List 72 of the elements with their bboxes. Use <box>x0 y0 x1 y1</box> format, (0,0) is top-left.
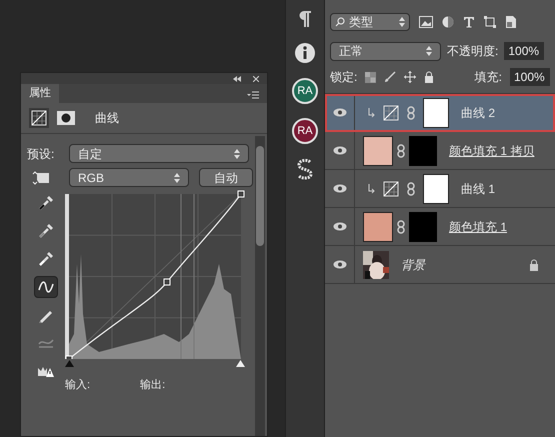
auto-button[interactable]: 自动 <box>199 168 253 187</box>
styles-icon[interactable] <box>295 158 315 180</box>
eyedropper-icon <box>37 250 55 268</box>
eye-icon <box>332 146 346 155</box>
curves-adjustment-icon <box>383 180 399 196</box>
search-icon <box>335 17 345 27</box>
layer-mask-thumbnail <box>423 174 449 204</box>
shape-filter-icon[interactable] <box>484 16 496 28</box>
fill-label: 填充: <box>474 69 502 86</box>
eye-icon <box>332 184 346 193</box>
lock-label: 锁定: <box>330 69 358 86</box>
lock-icon <box>529 258 539 270</box>
stepper-icon <box>426 46 432 56</box>
info-icon[interactable] <box>294 42 316 64</box>
stepper-icon <box>399 17 405 27</box>
shadow-slider-handle[interactable] <box>65 360 74 367</box>
eye-icon <box>332 260 346 269</box>
panel-tab[interactable]: 属性 <box>21 84 59 103</box>
link-icon <box>397 220 405 234</box>
highlight-slider-handle[interactable] <box>236 360 245 367</box>
eyedropper-icon <box>37 222 55 240</box>
link-icon <box>397 144 405 158</box>
layer-name: 曲线 2 <box>461 104 496 122</box>
fill-field[interactable]: 100% <box>510 68 550 86</box>
plugin-badge[interactable]: RA <box>292 118 318 144</box>
layer-name: 颜色填充 1 拷贝 <box>449 142 534 160</box>
output-label: 输出: <box>140 378 166 393</box>
adjustment-title: 曲线 <box>95 110 119 127</box>
layer-row[interactable]: 曲线 2 <box>325 94 555 132</box>
stepper-icon <box>174 172 180 182</box>
opacity-label: 不透明度: <box>447 43 498 60</box>
layer-name: 颜色填充 1 <box>449 218 508 236</box>
paragraph-icon[interactable] <box>298 10 312 28</box>
adjustment-filter-icon[interactable] <box>442 16 454 28</box>
stepper-icon <box>234 148 240 158</box>
input-label: 输入: <box>65 378 90 393</box>
close-icon[interactable] <box>253 76 259 82</box>
layer-row[interactable]: 颜色填充 1 拷贝 <box>325 132 555 170</box>
layer-mask-thumbnail <box>409 136 437 166</box>
layer-row[interactable]: 曲线 1 <box>325 170 555 208</box>
scrollbar[interactable] <box>255 136 265 436</box>
blend-mode-dropdown[interactable]: 正常 <box>330 42 441 60</box>
mask-icon[interactable] <box>57 111 75 125</box>
channel-dropdown[interactable]: RGB <box>69 168 189 187</box>
move-icon[interactable] <box>404 71 416 83</box>
layer-name: 曲线 1 <box>461 180 496 198</box>
link-icon <box>407 182 415 196</box>
preset-label: 预设: <box>27 146 56 162</box>
filter-dropdown[interactable]: 类型 <box>330 13 410 31</box>
curves-adjustment-icon <box>31 110 47 126</box>
eye-icon <box>332 222 346 231</box>
lock-icon[interactable] <box>424 71 434 83</box>
link-icon <box>407 106 415 120</box>
smart-object-filter-icon[interactable] <box>505 15 517 29</box>
panel-menu-icon[interactable] <box>247 91 259 99</box>
eyedropper-icon <box>37 194 55 212</box>
curves-adjustment-icon <box>383 104 399 120</box>
layer-mask-thumbnail <box>409 212 437 242</box>
layer-name: 背景 <box>401 256 425 274</box>
eye-icon <box>332 108 346 117</box>
type-filter-icon[interactable] <box>463 16 475 28</box>
curve-tool[interactable] <box>34 276 58 298</box>
layer-row[interactable]: 颜色填充 1 <box>325 208 555 246</box>
layer-mask-thumbnail <box>423 98 449 128</box>
image-filter-icon[interactable] <box>419 16 433 28</box>
brush-icon[interactable] <box>384 71 396 83</box>
layer-row[interactable]: 背景 <box>325 246 555 284</box>
plugin-badge[interactable]: RA <box>292 78 318 104</box>
lock-pixels-icon[interactable] <box>365 72 376 82</box>
collapse-icon[interactable] <box>233 76 241 82</box>
opacity-field[interactable]: 100% <box>504 42 544 60</box>
preset-dropdown[interactable]: 自定 <box>69 144 249 163</box>
